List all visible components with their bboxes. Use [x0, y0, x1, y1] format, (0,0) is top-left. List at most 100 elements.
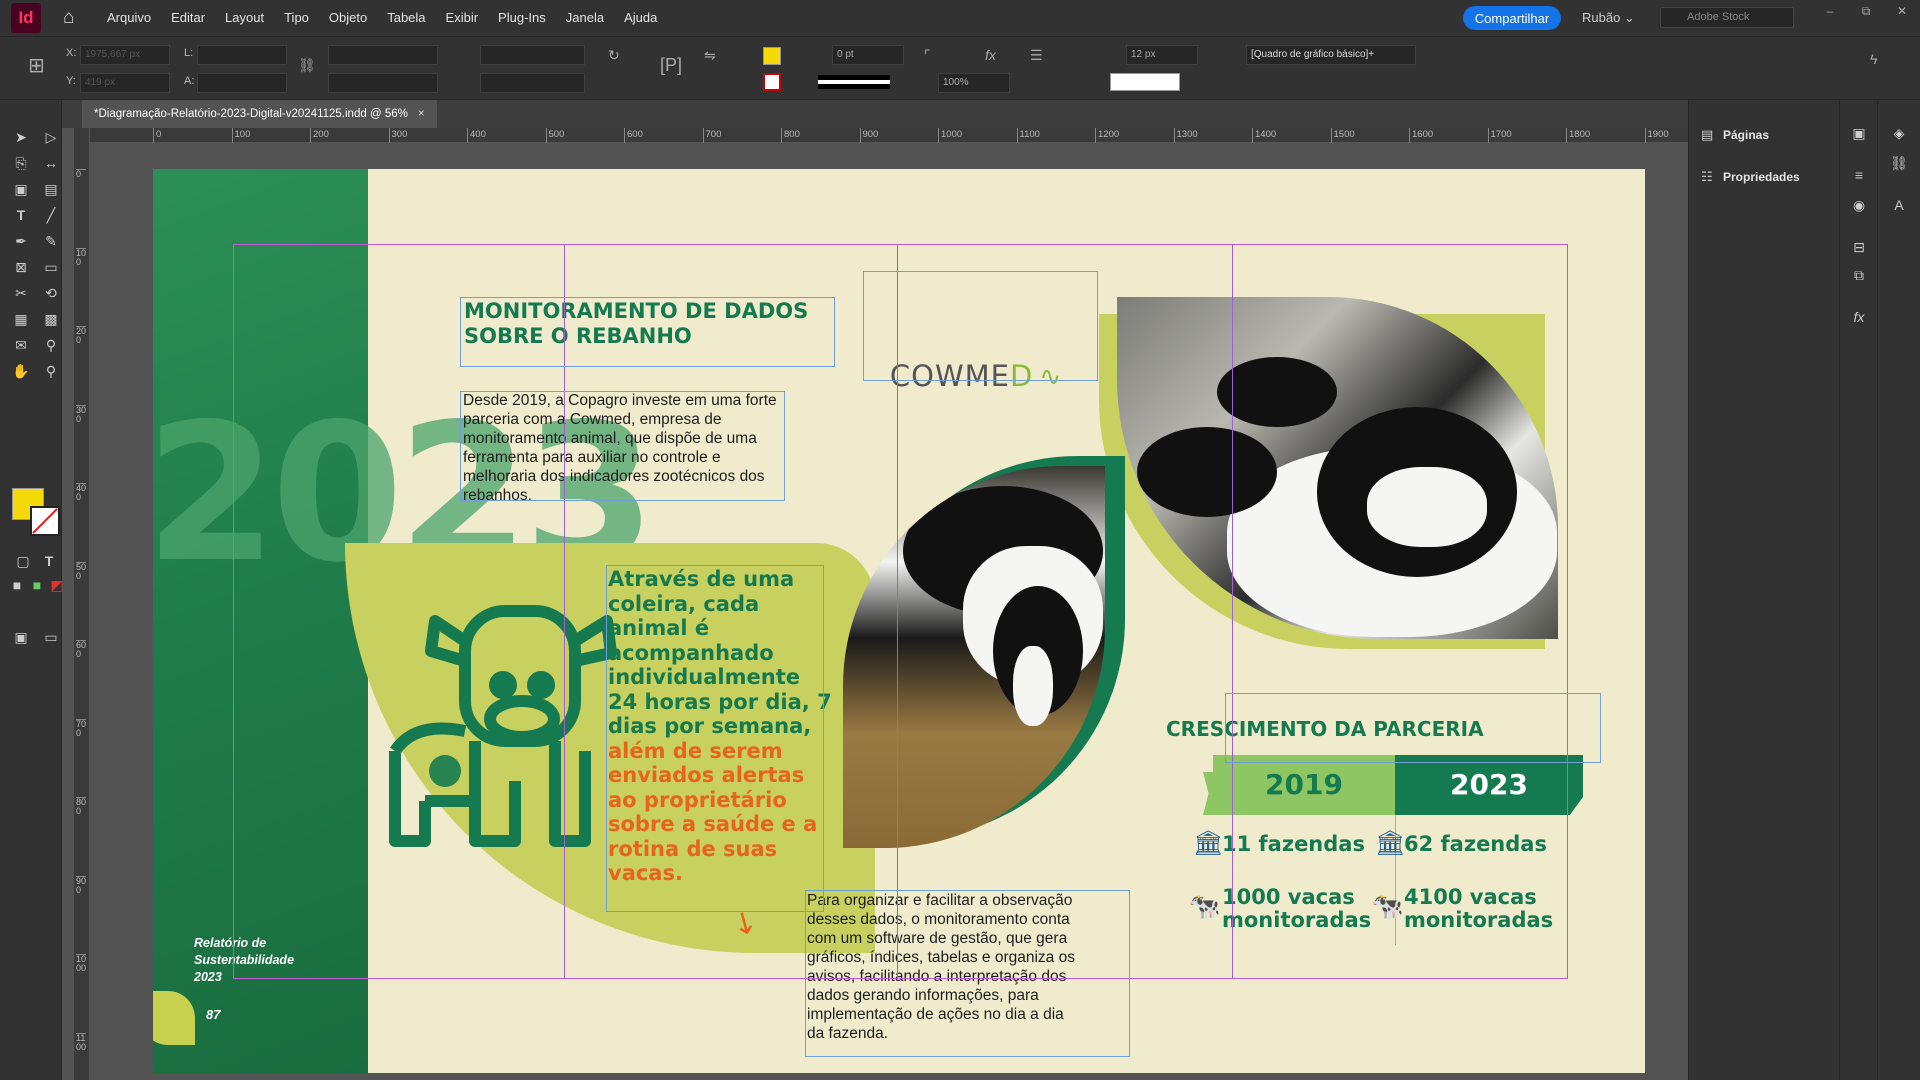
panel-icon-column: ▣ ≡ ◉ ⊟ ⧉ fx	[1839, 100, 1877, 1080]
apply-color-icon[interactable]: ■	[6, 574, 28, 596]
menu-plugins[interactable]: Plug-Ins	[488, 0, 556, 36]
frame-fill-swatch[interactable]	[1110, 73, 1180, 91]
horizontal-ruler[interactable]: 0 100 200 300 400 500 600 700 800 900 1000 1100 1200…	[90, 128, 1747, 143]
scissors-tool-icon[interactable]: ✂	[10, 282, 32, 304]
body2-frame	[805, 890, 1130, 1057]
ruler-tick: 1400	[1252, 128, 1276, 143]
user-menu[interactable]: Rubão ⌄	[1582, 0, 1635, 36]
cc-libraries-icon[interactable]: ▣	[1848, 122, 1870, 144]
quick-actions-icon[interactable]: ϟ	[1870, 51, 1877, 67]
rectangle-frame-tool-icon[interactable]: ⊠	[10, 256, 32, 278]
align-panel-icon[interactable]: ⊟	[1848, 236, 1870, 258]
menu-tipo[interactable]: Tipo	[274, 0, 319, 36]
page-tool-icon[interactable]: ⎘	[10, 152, 32, 174]
content-collector-icon[interactable]: ▣	[10, 178, 32, 200]
scale-x-field[interactable]	[328, 45, 438, 65]
text-frame-icon[interactable]: [P]	[660, 55, 682, 76]
rotate-icon[interactable]: ↻	[608, 47, 620, 64]
normal-view-icon[interactable]: ▣	[10, 626, 32, 648]
flip-icon[interactable]: ⇋	[704, 47, 716, 64]
y-field[interactable]: 419 px	[80, 73, 170, 93]
align-icon[interactable]: ☰	[1030, 47, 1043, 64]
menu-janela[interactable]: Janela	[556, 0, 614, 36]
share-button[interactable]: Compartilhar	[1463, 6, 1561, 30]
menu-ajuda[interactable]: Ajuda	[614, 0, 667, 36]
close-tab-icon[interactable]: ×	[418, 108, 425, 120]
apply-none-icon[interactable]: ◩	[46, 574, 68, 596]
restore-button[interactable]: ⧉	[1848, 0, 1884, 22]
height-field[interactable]	[197, 73, 287, 93]
content-placer-icon[interactable]: ▤	[40, 178, 62, 200]
ruler-tick: 0	[76, 169, 86, 179]
pen-tool-icon[interactable]: ✒	[10, 230, 32, 252]
x-field[interactable]: 1975,667 px	[80, 45, 170, 65]
fill-color-swatch[interactable]	[763, 47, 781, 65]
gap-tool-icon[interactable]: ↔	[40, 152, 62, 174]
rectangle-tool-icon[interactable]: ▭	[40, 256, 62, 278]
home-icon[interactable]: ⌂	[63, 8, 83, 28]
layers-icon[interactable]: ◈	[1888, 122, 1910, 144]
adobe-stock-search[interactable]: Adobe Stock	[1660, 7, 1794, 28]
gap-field[interactable]: 12 px	[1126, 45, 1198, 65]
constrain-proportions-icon[interactable]: ⛓	[298, 57, 316, 74]
selection-tool-icon[interactable]: ➤	[10, 126, 32, 148]
menu-layout[interactable]: Layout	[215, 0, 274, 36]
formatting-text-icon[interactable]: T	[38, 550, 60, 572]
eyedropper-tool-icon[interactable]: ⚲	[40, 334, 62, 356]
menu-exibir[interactable]: Exibir	[436, 0, 489, 36]
character-styles-icon[interactable]: A	[1888, 194, 1910, 216]
hand-tool-icon[interactable]: ✋	[10, 360, 32, 382]
menu-editar[interactable]: Editar	[161, 0, 215, 36]
properties-panel-tab[interactable]: ☷ Propriedades	[1689, 158, 1834, 196]
menu-arquivo[interactable]: Arquivo	[97, 0, 161, 36]
opacity-field[interactable]: 100%	[938, 73, 1010, 93]
document-tab[interactable]: *Diagramação-Relatório-2023-Digital-v202…	[82, 100, 437, 128]
pages-panel-tab[interactable]: ▤ Páginas	[1689, 116, 1834, 154]
pages-icon: ▤	[1701, 127, 1714, 142]
menu-bar: Id ⌂ Arquivo Editar Layout Tipo Objeto T…	[0, 0, 1920, 36]
stroke-swatch[interactable]	[30, 506, 60, 536]
pathfinder-icon[interactable]: ⧉	[1848, 264, 1870, 286]
stroke-weight-field[interactable]: 0 pt	[832, 45, 904, 65]
minimize-button[interactable]: –	[1812, 0, 1848, 22]
ruler-tick: 800	[781, 128, 800, 143]
apply-gradient-icon[interactable]: ■	[26, 574, 48, 596]
formatting-container-icon[interactable]: ▢	[12, 550, 34, 572]
stroke-type-select[interactable]	[818, 75, 890, 89]
vertical-ruler[interactable]: 0 100 200 300 400 500 600 700 800 900 1000 1100	[74, 128, 90, 1080]
reference-point-icon[interactable]: ⊞	[28, 53, 45, 78]
highlight-frame	[606, 565, 824, 912]
line-tool-icon[interactable]: ╱	[40, 204, 62, 226]
color-panel-icon[interactable]: ◉	[1848, 194, 1870, 216]
ruler-tick: 1700	[1487, 128, 1512, 143]
close-button[interactable]: ✕	[1884, 0, 1920, 22]
corner-options-icon[interactable]: ⌜	[924, 47, 931, 64]
width-field[interactable]	[197, 45, 287, 65]
effects-panel-icon[interactable]: fx	[1848, 306, 1870, 328]
document-canvas[interactable]: 2023 Relatório de Sustentabilidade 2023 …	[90, 143, 1688, 1080]
shear-field[interactable]	[480, 73, 585, 93]
stroke-color-swatch[interactable]	[763, 73, 781, 91]
scale-y-field[interactable]	[328, 73, 438, 93]
links-icon[interactable]: ⛓	[1888, 152, 1910, 174]
type-tool-icon[interactable]: T	[10, 204, 32, 226]
note-tool-icon[interactable]: ✉	[10, 334, 32, 356]
pencil-tool-icon[interactable]: ✎	[40, 230, 62, 252]
ruler-tick: 200	[76, 326, 87, 345]
zoom-tool-icon[interactable]: ⚲	[40, 360, 62, 382]
rotate-field[interactable]	[480, 45, 585, 65]
effects-icon[interactable]: fx	[985, 47, 996, 63]
logo-frame	[863, 271, 1098, 381]
stroke-panel-icon[interactable]: ≡	[1848, 164, 1870, 186]
document-page[interactable]: 2023 Relatório de Sustentabilidade 2023 …	[153, 169, 1645, 1073]
free-transform-tool-icon[interactable]: ⟲	[40, 282, 62, 304]
menu-objeto[interactable]: Objeto	[319, 0, 377, 36]
gradient-swatch-tool-icon[interactable]: ▦	[10, 308, 32, 330]
ruler-tick: 1500	[1330, 128, 1355, 143]
menu-tabela[interactable]: Tabela	[377, 0, 435, 36]
screen-mode-icon[interactable]: ▭	[40, 626, 62, 648]
document-tab-strip: *Diagramação-Relatório-2023-Digital-v202…	[62, 100, 1688, 128]
object-style-select[interactable]: [Quadro de gráfico básico]+	[1246, 45, 1416, 65]
gradient-feather-tool-icon[interactable]: ▩	[40, 308, 62, 330]
direct-selection-tool-icon[interactable]: ▷	[40, 126, 62, 148]
